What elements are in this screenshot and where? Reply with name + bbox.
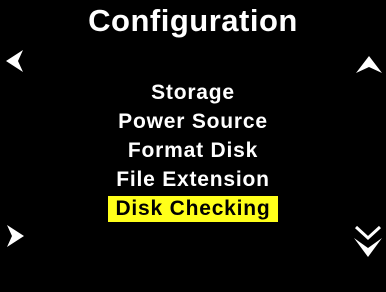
menu-item-label: Storage <box>151 81 235 104</box>
nav-right-button[interactable] <box>6 225 24 247</box>
nav-down-button[interactable] <box>354 224 382 258</box>
chevron-left-icon <box>6 50 23 72</box>
menu-item-label: Format Disk <box>127 139 259 162</box>
nav-left-button[interactable] <box>6 50 24 72</box>
menu-item-label: File Extension <box>116 168 270 191</box>
menu-item-storage[interactable]: Storage <box>0 78 386 107</box>
double-chevron-down-icon <box>354 225 382 257</box>
chevron-right-icon <box>7 225 24 247</box>
chevron-up-icon <box>356 56 382 73</box>
page-title: Configuration <box>88 3 298 38</box>
nav-up-button[interactable] <box>356 56 382 74</box>
config-menu: Storage Power Source Format Disk File Ex… <box>0 78 386 223</box>
menu-item-label: Power Source <box>118 110 268 133</box>
config-screen: Configuration Storage Power Source Forma… <box>0 0 386 292</box>
menu-item-format-disk[interactable]: Format Disk <box>0 136 386 165</box>
menu-item-disk-checking[interactable]: Disk Checking <box>0 194 386 223</box>
menu-item-label: Disk Checking <box>108 196 278 222</box>
menu-item-file-extension[interactable]: File Extension <box>0 165 386 194</box>
menu-item-power-source[interactable]: Power Source <box>0 107 386 136</box>
